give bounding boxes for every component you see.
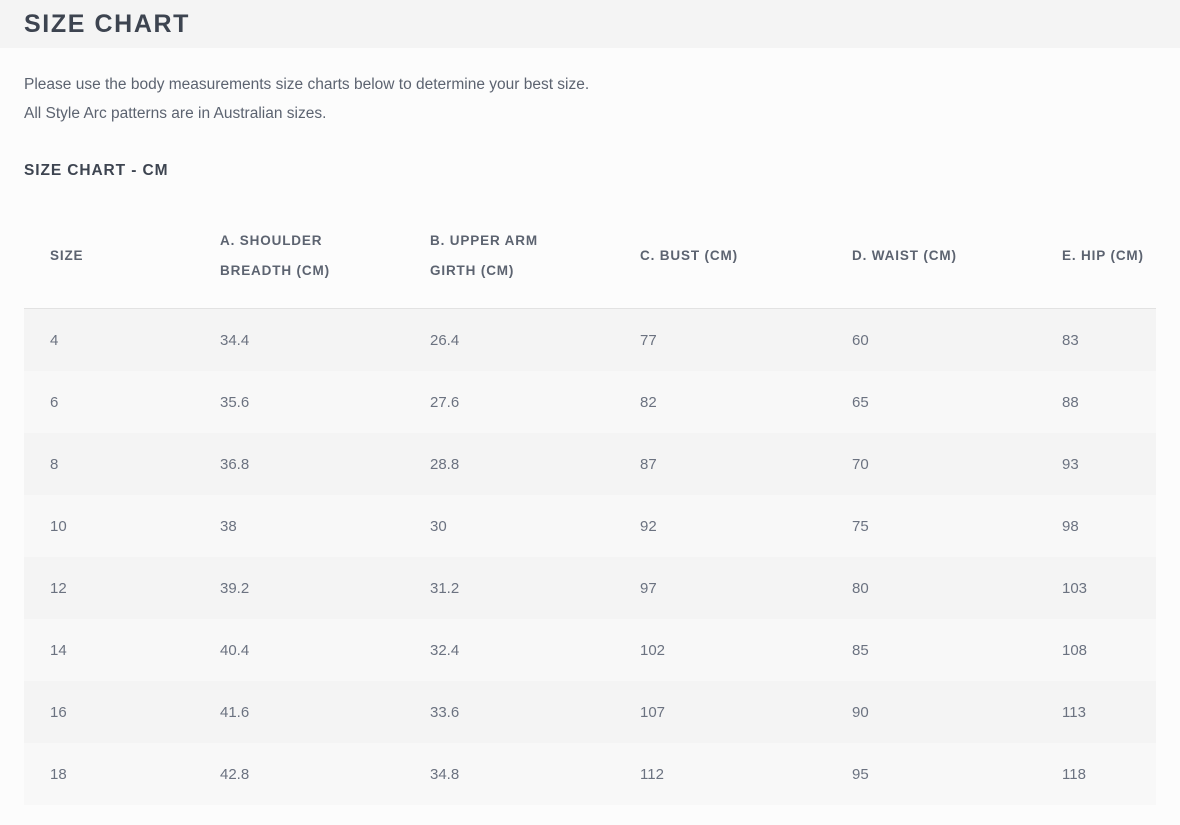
- table-head: SIZEA. SHOULDERBREADTH (CM)B. UPPER ARMG…: [24, 212, 1156, 309]
- table-row: 103830927598: [24, 495, 1156, 557]
- intro-line-1: Please use the body measurements size ch…: [24, 70, 924, 99]
- column-header-line-2: BREADTH (CM): [220, 256, 404, 286]
- column-header-line-1: C. BUST (CM): [640, 241, 826, 271]
- cell-size: 14: [24, 619, 194, 681]
- cell-hip: 108: [1036, 619, 1156, 681]
- column-header-line-1: SIZE: [50, 241, 194, 271]
- cell-bust: 107: [614, 681, 826, 743]
- column-header-size: SIZE: [24, 212, 194, 309]
- cell-size: 10: [24, 495, 194, 557]
- cell-shoulder: 34.4: [194, 309, 404, 372]
- cell-size: 18: [24, 743, 194, 805]
- cell-hip: 113: [1036, 681, 1156, 743]
- cell-waist: 90: [826, 681, 1036, 743]
- cell-waist: 75: [826, 495, 1036, 557]
- page-title: SIZE CHART: [24, 8, 190, 40]
- cell-upperarm: 30: [404, 495, 614, 557]
- cell-hip: 103: [1036, 557, 1156, 619]
- table-row: 1641.633.610790113: [24, 681, 1156, 743]
- cell-bust: 92: [614, 495, 826, 557]
- cell-waist: 95: [826, 743, 1036, 805]
- cell-hip: 118: [1036, 743, 1156, 805]
- cell-hip: 88: [1036, 371, 1156, 433]
- cell-upperarm: 26.4: [404, 309, 614, 372]
- cell-waist: 70: [826, 433, 1036, 495]
- table-row: 836.828.8877093: [24, 433, 1156, 495]
- cell-shoulder: 36.8: [194, 433, 404, 495]
- cell-size: 4: [24, 309, 194, 372]
- cell-waist: 80: [826, 557, 1036, 619]
- cell-upperarm: 33.6: [404, 681, 614, 743]
- cell-waist: 60: [826, 309, 1036, 372]
- cell-shoulder: 38: [194, 495, 404, 557]
- table-row: 635.627.6826588: [24, 371, 1156, 433]
- cell-size: 12: [24, 557, 194, 619]
- size-chart-table: SIZEA. SHOULDERBREADTH (CM)B. UPPER ARMG…: [24, 212, 1156, 805]
- cell-size: 8: [24, 433, 194, 495]
- column-header-line-1: B. UPPER ARM: [430, 226, 614, 256]
- column-header-upperarm: B. UPPER ARMGIRTH (CM): [404, 212, 614, 309]
- cell-upperarm: 31.2: [404, 557, 614, 619]
- cell-size: 6: [24, 371, 194, 433]
- cell-upperarm: 32.4: [404, 619, 614, 681]
- cell-shoulder: 40.4: [194, 619, 404, 681]
- cell-hip: 83: [1036, 309, 1156, 372]
- section-heading-size-chart-cm: SIZE CHART - CM: [24, 162, 168, 180]
- column-header-bust: C. BUST (CM): [614, 212, 826, 309]
- table-header-row: SIZEA. SHOULDERBREADTH (CM)B. UPPER ARMG…: [24, 212, 1156, 309]
- table-row: 1842.834.811295118: [24, 743, 1156, 805]
- table-row: 1440.432.410285108: [24, 619, 1156, 681]
- column-header-line-2: GIRTH (CM): [430, 256, 614, 286]
- cell-shoulder: 41.6: [194, 681, 404, 743]
- cell-bust: 87: [614, 433, 826, 495]
- cell-shoulder: 42.8: [194, 743, 404, 805]
- cell-shoulder: 35.6: [194, 371, 404, 433]
- cell-shoulder: 39.2: [194, 557, 404, 619]
- intro-paragraph: Please use the body measurements size ch…: [24, 70, 924, 128]
- cell-upperarm: 34.8: [404, 743, 614, 805]
- cell-bust: 77: [614, 309, 826, 372]
- column-header-waist: D. WAIST (CM): [826, 212, 1036, 309]
- cell-bust: 82: [614, 371, 826, 433]
- cell-upperarm: 27.6: [404, 371, 614, 433]
- cell-hip: 98: [1036, 495, 1156, 557]
- intro-line-2: All Style Arc patterns are in Australian…: [24, 99, 924, 128]
- column-header-hip: E. HIP (CM): [1036, 212, 1156, 309]
- table-body: 434.426.4776083635.627.6826588836.828.88…: [24, 309, 1156, 806]
- column-header-line-1: A. SHOULDER: [220, 226, 404, 256]
- cell-bust: 97: [614, 557, 826, 619]
- cell-size: 16: [24, 681, 194, 743]
- cell-bust: 112: [614, 743, 826, 805]
- cell-waist: 65: [826, 371, 1036, 433]
- table-row: 1239.231.29780103: [24, 557, 1156, 619]
- cell-hip: 93: [1036, 433, 1156, 495]
- column-header-line-1: E. HIP (CM): [1062, 241, 1156, 271]
- cell-waist: 85: [826, 619, 1036, 681]
- size-chart-table-container: SIZEA. SHOULDERBREADTH (CM)B. UPPER ARMG…: [24, 212, 1156, 805]
- column-header-shoulder: A. SHOULDERBREADTH (CM): [194, 212, 404, 309]
- cell-upperarm: 28.8: [404, 433, 614, 495]
- column-header-line-1: D. WAIST (CM): [852, 241, 1036, 271]
- cell-bust: 102: [614, 619, 826, 681]
- table-row: 434.426.4776083: [24, 309, 1156, 372]
- page-header-banner: SIZE CHART: [0, 0, 1180, 48]
